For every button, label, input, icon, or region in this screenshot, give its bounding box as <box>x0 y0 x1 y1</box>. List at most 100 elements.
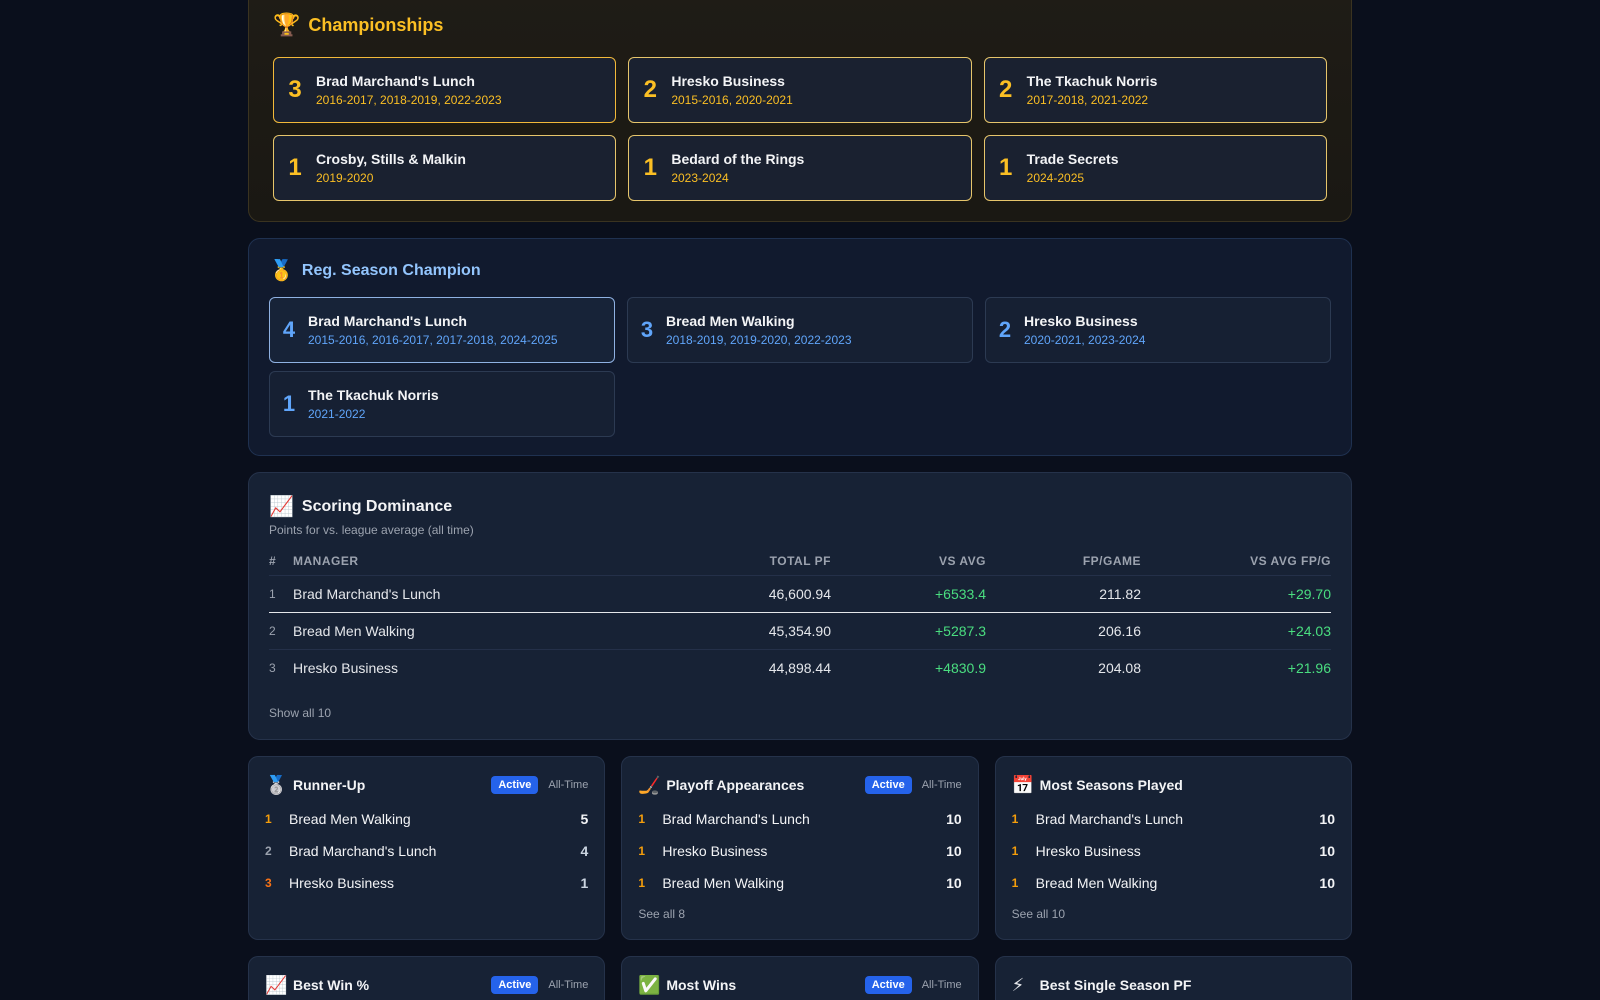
stat-list: 1 Brad Marchand's Lunch 10 1 Hresko Busi… <box>1012 803 1335 899</box>
item-name: Hresko Business <box>1035 843 1141 859</box>
stat-cards-row-2: 📈 Best Win % Active All-Time ✅ Most Wins… <box>248 956 1352 1000</box>
stat-card-header: ✅ Most Wins Active All-Time <box>638 973 961 997</box>
reg-season-panel: 🥇 Reg. Season Champion 4 Brad Marchand's… <box>248 238 1352 456</box>
list-item[interactable]: 1 Bread Men Walking 10 <box>638 867 961 899</box>
best-win-pct-card: 📈 Best Win % Active All-Time <box>248 956 606 1000</box>
team-name: The Tkachuk Norris <box>1026 73 1158 89</box>
reg-season-card[interactable]: 2 Hresko Business 2020-2021, 2023-2024 <box>985 297 1331 363</box>
championship-years: 2015-2016, 2020-2021 <box>671 93 793 107</box>
item-rank: 1 <box>1011 876 1019 890</box>
row-fp-game: 206.16 <box>986 611 1141 649</box>
table-row[interactable]: 2 Bread Men Walking 45,354.90 +5287.3 20… <box>269 611 1331 649</box>
item-rank: 2 <box>265 844 272 858</box>
col-rank: # <box>269 553 277 568</box>
row-fp-game: 211.82 <box>986 574 1141 613</box>
stat-card-title: Most Wins <box>666 977 737 993</box>
col-total-pf[interactable]: Total PF <box>661 547 831 575</box>
chart-up-icon: 📈 <box>265 974 288 995</box>
item-value: 10 <box>1319 811 1335 827</box>
list-item[interactable]: 3 Hresko Business 1 <box>265 867 588 899</box>
list-item[interactable]: 1 Brad Marchand's Lunch 10 <box>1012 803 1335 835</box>
col-fp-game[interactable]: FP/Game <box>986 547 1141 575</box>
item-name: Brad Marchand's Lunch <box>1035 811 1184 827</box>
reg-season-grid: 4 Brad Marchand's Lunch 2015-2016, 2016-… <box>269 297 1331 437</box>
stat-list: 1 Brad Marchand's Lunch 10 1 Hresko Busi… <box>638 803 961 899</box>
list-item[interactable]: 1 Bread Men Walking 10 <box>1012 867 1335 899</box>
team-name: Brad Marchand's Lunch <box>308 313 467 329</box>
col-manager[interactable]: Manager <box>293 547 661 575</box>
scoring-header: 📈 Scoring Dominance <box>269 493 1331 521</box>
row-vs-avg: +5287.3 <box>831 611 986 649</box>
all-time-toggle[interactable]: All-Time <box>922 979 962 991</box>
championship-years: 2024-2025 <box>1026 171 1085 185</box>
list-item[interactable]: 1 Hresko Business 10 <box>638 835 961 867</box>
item-rank: 1 <box>1011 844 1019 858</box>
championship-count: 3 <box>288 76 302 103</box>
row-rank: 3 <box>269 648 293 686</box>
col-vs-avg[interactable]: VS AVG <box>831 547 986 575</box>
show-all-link[interactable]: Show all 10 <box>269 706 331 720</box>
list-item[interactable]: 1 Hresko Business 10 <box>1012 835 1335 867</box>
row-fp-game: 204.08 <box>986 648 1141 686</box>
see-all-link[interactable]: See all 10 <box>1012 907 1065 921</box>
list-item[interactable]: 1 Brad Marchand's Lunch 10 <box>638 803 961 835</box>
stat-card-header: 📅 Most Seasons Played <box>1012 773 1335 797</box>
row-rank: 2 <box>269 611 293 649</box>
team-name: Brad Marchand's Lunch <box>316 73 475 89</box>
championship-card[interactable]: 1 Trade Secrets 2024-2025 <box>983 135 1327 201</box>
item-value: 5 <box>580 811 589 827</box>
item-name: Brad Marchand's Lunch <box>662 811 810 827</box>
list-item[interactable]: 1 Bread Men Walking 5 <box>265 803 588 835</box>
all-time-toggle[interactable]: All-Time <box>548 779 588 791</box>
reg-season-card[interactable]: 3 Bread Men Walking 2018-2019, 2019-2020… <box>627 297 973 363</box>
see-all-link[interactable]: See all 8 <box>638 907 685 921</box>
championship-card[interactable]: 2 The Tkachuk Norris 2017-2018, 2021-202… <box>983 57 1327 123</box>
item-value: 4 <box>580 843 589 859</box>
championship-card[interactable]: 1 Crosby, Stills & Malkin 2019-2020 <box>273 135 617 201</box>
item-value: 10 <box>1319 875 1335 891</box>
championship-card[interactable]: 2 Hresko Business 2015-2016, 2020-2021 <box>628 57 972 123</box>
item-value: 10 <box>946 875 962 891</box>
stat-card-header: 🏒 Playoff Appearances Active All-Time <box>638 773 961 797</box>
reg-season-card[interactable]: 1 The Tkachuk Norris 2021-2022 <box>269 371 615 437</box>
championship-card[interactable]: 3 Brad Marchand's Lunch 2016-2017, 2018-… <box>273 57 617 123</box>
reg-season-card[interactable]: 4 Brad Marchand's Lunch 2015-2016, 2016-… <box>269 297 615 363</box>
item-rank: 1 <box>638 812 646 826</box>
row-vs-avg: +6533.4 <box>831 574 986 613</box>
active-toggle[interactable]: Active <box>491 776 539 794</box>
item-value: 10 <box>946 811 962 827</box>
all-time-toggle[interactable]: All-Time <box>922 779 962 791</box>
reg-season-count: 1 <box>282 391 296 416</box>
item-value: 10 <box>946 843 962 859</box>
item-rank: 1 <box>638 876 646 890</box>
stat-card-header: 🥈 Runner-Up Active All-Time <box>265 773 588 797</box>
chart-up-icon: 📈 <box>269 496 294 518</box>
list-item[interactable]: 2 Brad Marchand's Lunch 4 <box>265 835 588 867</box>
item-name: Hresko Business <box>662 843 768 859</box>
team-name: Crosby, Stills & Malkin <box>316 151 466 167</box>
col-vs-avg-fpg[interactable]: VS AVG FP/G <box>1141 547 1331 575</box>
table-row[interactable]: 1 Brad Marchand's Lunch 46,600.94 +6533.… <box>269 574 1331 613</box>
all-time-toggle[interactable]: All-Time <box>548 979 588 991</box>
active-toggle[interactable]: Active <box>864 976 912 994</box>
best-single-season-pf-card: ⚡ Best Single Season PF <box>994 956 1352 1000</box>
row-manager: Hresko Business <box>293 648 661 686</box>
item-name: Bread Men Walking <box>662 875 784 891</box>
lightning-icon: ⚡ <box>1011 974 1025 995</box>
team-name: Trade Secrets <box>1026 151 1119 167</box>
team-name: Bedard of the Rings <box>671 151 805 167</box>
scoring-title: Scoring Dominance <box>301 498 453 515</box>
active-toggle[interactable]: Active <box>864 776 912 794</box>
table-row[interactable]: 3 Hresko Business 44,898.44 +4830.9 204.… <box>269 648 1331 686</box>
most-wins-card: ✅ Most Wins Active All-Time <box>621 956 979 1000</box>
item-name: Brad Marchand's Lunch <box>289 843 437 859</box>
reg-season-years: 2018-2019, 2019-2020, 2022-2023 <box>666 333 852 347</box>
stat-card-title: Best Win % <box>293 977 370 993</box>
calendar-icon: 📅 <box>1011 774 1035 795</box>
championships-panel: 🏆 Championships 3 Brad Marchand's Lunch … <box>248 0 1352 222</box>
playoff-appearances-card: 🏒 Playoff Appearances Active All-Time 1 … <box>621 756 979 940</box>
active-toggle[interactable]: Active <box>491 976 539 994</box>
item-name: Hresko Business <box>289 875 395 891</box>
table-header-row: # Manager Total PF VS AVG FP/Game VS AVG… <box>269 547 1331 575</box>
championship-card[interactable]: 1 Bedard of the Rings 2023-2024 <box>628 135 972 201</box>
